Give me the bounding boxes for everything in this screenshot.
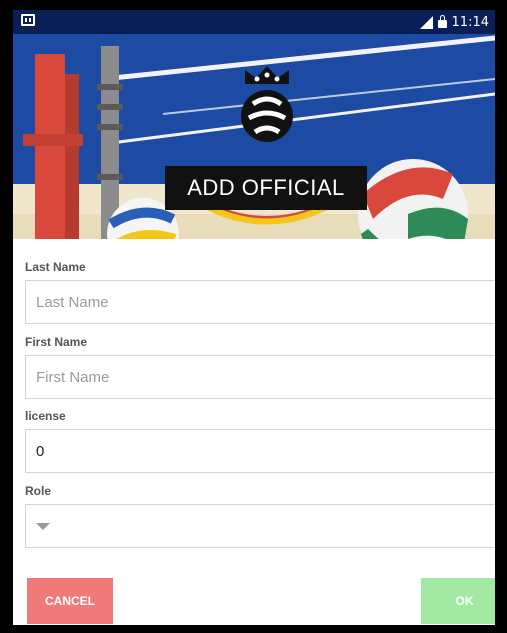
status-indicators: 11:14 (419, 13, 489, 31)
ok-button[interactable]: OK (421, 578, 495, 624)
app-screen: 11:14 ADD OFFICIAL Last Name Last Name F… (13, 10, 495, 625)
status-time: 11:14 (451, 14, 489, 30)
last-name-label: Last Name (25, 260, 86, 274)
license-input[interactable]: 0 (25, 429, 495, 473)
cancel-button[interactable]: CANCEL (27, 578, 113, 624)
role-label: Role (25, 484, 52, 498)
license-label: license (25, 409, 66, 423)
lock-icon (437, 15, 447, 28)
status-bar: 11:14 (13, 10, 495, 34)
page-title: ADD OFFICIAL (165, 166, 367, 210)
first-name-input[interactable]: First Name (25, 355, 495, 399)
gmail-notification-icon (21, 14, 35, 26)
last-name-input[interactable]: Last Name (25, 280, 495, 324)
role-dropdown[interactable] (25, 504, 495, 548)
signal-icon (419, 15, 433, 29)
header-banner: ADD OFFICIAL (13, 34, 495, 239)
first-name-label: First Name (25, 335, 88, 349)
dropdown-arrow-icon (36, 522, 50, 530)
